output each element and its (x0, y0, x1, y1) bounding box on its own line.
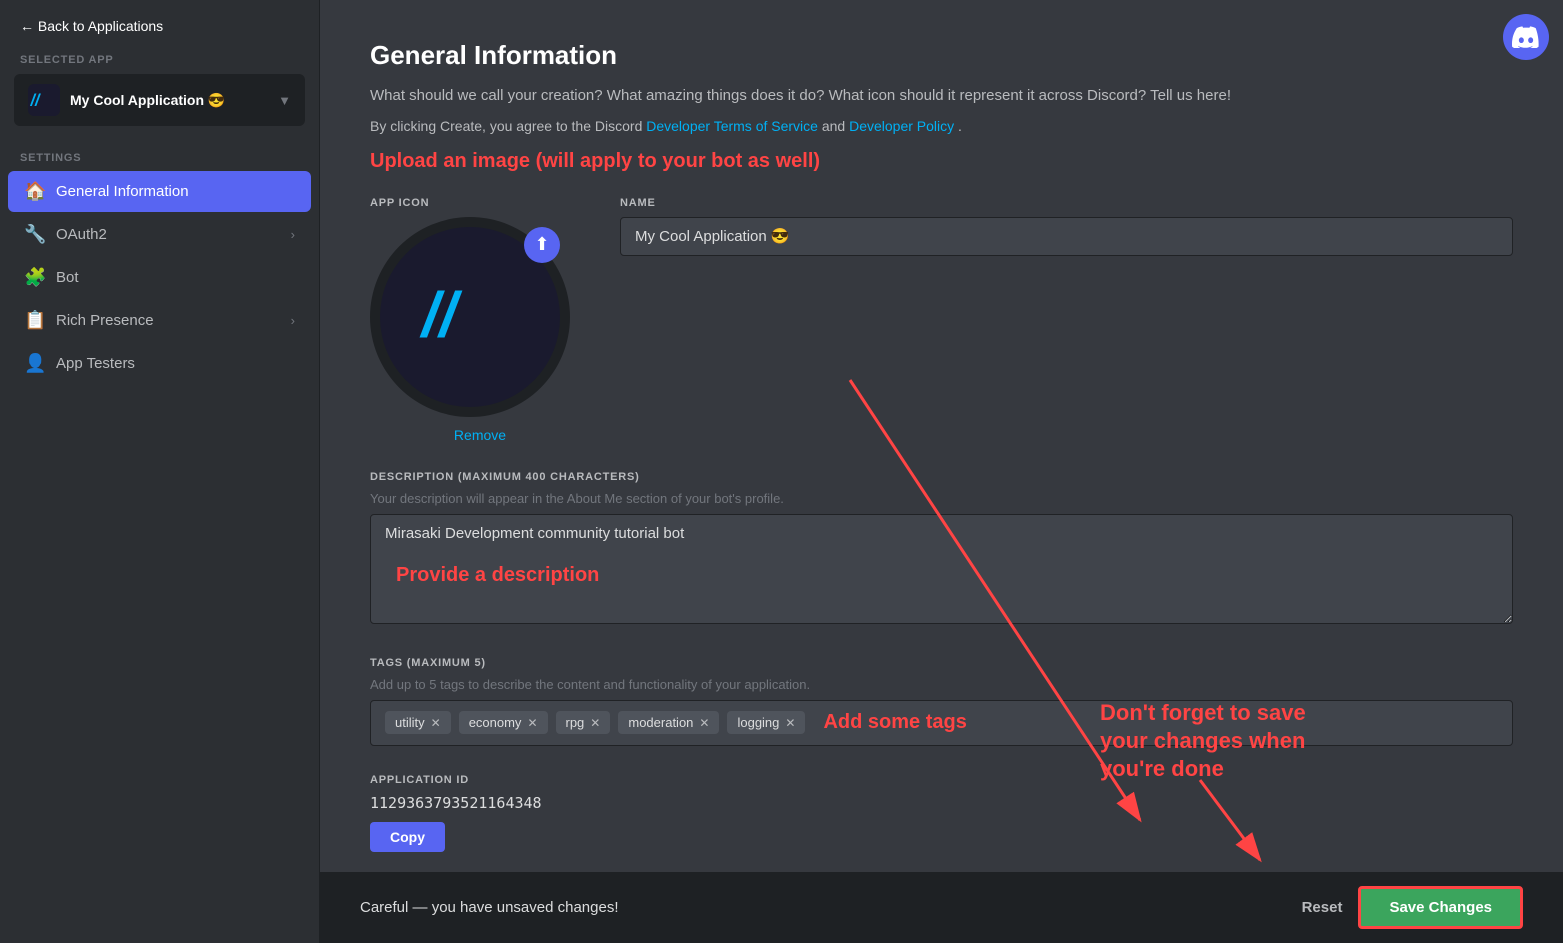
tags-section: TAGS (MAXIMUM 5) Add up to 5 tags to des… (370, 657, 1513, 746)
tag-label: economy (469, 715, 522, 730)
sidebar-item-left: 🧩 Bot (24, 267, 79, 288)
name-label: NAME (620, 197, 1513, 209)
tags-label: TAGS (MAXIMUM 5) (370, 657, 1513, 669)
puzzle-icon: 🧩 (24, 267, 44, 288)
tag-remove-icon[interactable]: ✕ (527, 716, 537, 730)
application-id-section: APPLICATION ID 1129363793521164348 Copy (370, 774, 1513, 852)
tags-helper: Add up to 5 tags to describe the content… (370, 677, 1513, 692)
app-icon-container[interactable]: // ⬆ (370, 217, 570, 417)
tag-label: utility (395, 715, 425, 730)
home-icon: 🏠 (24, 181, 44, 202)
sidebar-item-oauth2[interactable]: 🔧 OAuth2 › (8, 214, 311, 255)
tag-utility: utility ✕ (385, 711, 451, 734)
selected-app-section-label: SELECTED APP (0, 48, 319, 70)
app-icon-section: APP ICON // ⬆ Remove (370, 197, 590, 443)
tag-rpg: rpg ✕ (556, 711, 611, 734)
upload-icon: ⬆ (534, 234, 549, 255)
tags-annotation: Add some tags (823, 711, 966, 734)
tag-logging: logging ✕ (727, 711, 805, 734)
sidebar-item-label: General Information (56, 183, 189, 200)
sidebar-item-rich-presence[interactable]: 📋 Rich Presence › (8, 300, 311, 341)
copy-app-id-button[interactable]: Copy (370, 822, 445, 852)
list-icon: 📋 (24, 310, 44, 331)
svg-text://: // (419, 282, 464, 350)
wrench-icon: 🔧 (24, 224, 44, 245)
page-title: General Information (370, 40, 1513, 71)
save-bar: Careful — you have unsaved changes! Rese… (320, 872, 1563, 943)
save-bar-message: Careful — you have unsaved changes! (360, 899, 619, 916)
chevron-right-icon: › (291, 227, 295, 242)
tag-remove-icon[interactable]: ✕ (431, 716, 441, 730)
chevron-down-icon: ▼ (278, 93, 291, 108)
svg-text://: // (30, 91, 41, 109)
discord-icon (1503, 14, 1549, 60)
name-input[interactable] (620, 217, 1513, 256)
sidebar-item-left: 👤 App Testers (24, 353, 135, 374)
save-bar-actions: Reset Save Changes (1302, 886, 1523, 929)
tag-economy: economy ✕ (459, 711, 548, 734)
tag-remove-icon[interactable]: ✕ (590, 716, 600, 730)
tag-moderation: moderation ✕ (618, 711, 719, 734)
tag-label: moderation (628, 715, 693, 730)
settings-section-label: SETTINGS (0, 140, 319, 170)
chevron-right-icon: › (291, 313, 295, 328)
description-annotation: Provide a description (396, 564, 599, 587)
app-icon-label: APP ICON (370, 197, 590, 209)
upload-image-button[interactable]: ⬆ (524, 227, 560, 263)
name-section: NAME (620, 197, 1513, 415)
sidebar-item-general-information[interactable]: 🏠 General Information (8, 171, 311, 212)
person-icon: 👤 (24, 353, 44, 374)
tag-remove-icon[interactable]: ✕ (699, 716, 709, 730)
back-to-applications-link[interactable]: ← Back to Applications (0, 0, 319, 48)
tag-label: rpg (566, 715, 585, 730)
app-selector[interactable]: // My Cool Application 😎 ▼ (14, 74, 305, 126)
remove-icon-link[interactable]: Remove (370, 427, 590, 443)
application-id-value: 1129363793521164348 (370, 794, 1513, 812)
sidebar-item-label: App Testers (56, 355, 135, 372)
sidebar-item-label: Rich Presence (56, 312, 154, 329)
save-changes-button[interactable]: Save Changes (1358, 886, 1523, 929)
main-content: General Information What should we call … (320, 0, 1563, 943)
tos-link1[interactable]: Developer Terms of Service (646, 118, 818, 134)
description-helper: Your description will appear in the Abou… (370, 491, 1513, 506)
sidebar: ← Back to Applications SELECTED APP // M… (0, 0, 320, 943)
sidebar-item-label: OAuth2 (56, 226, 107, 243)
app-logo-mini: // (28, 84, 60, 116)
app-name: My Cool Application 😎 (70, 92, 225, 109)
sidebar-item-left: 📋 Rich Presence (24, 310, 154, 331)
page-description: What should we call your creation? What … (370, 85, 1513, 108)
application-id-label: APPLICATION ID (370, 774, 1513, 786)
sidebar-item-left: 🏠 General Information (24, 181, 189, 202)
icon-name-row: APP ICON // ⬆ Remove NAME (370, 197, 1513, 443)
tags-container[interactable]: utility ✕ economy ✕ rpg ✕ moderation ✕ l… (370, 700, 1513, 746)
upload-annotation: Upload an image (will apply to your bot … (370, 150, 1513, 173)
app-selector-left: // My Cool Application 😎 (28, 84, 225, 116)
sidebar-item-app-testers[interactable]: 👤 App Testers (8, 343, 311, 384)
description-section: DESCRIPTION (MAXIMUM 400 CHARACTERS) You… (370, 471, 1513, 629)
tag-remove-icon[interactable]: ✕ (785, 716, 795, 730)
description-label: DESCRIPTION (MAXIMUM 400 CHARACTERS) (370, 471, 1513, 483)
tos-line: By clicking Create, you agree to the Dis… (370, 118, 1513, 134)
reset-button[interactable]: Reset (1302, 899, 1343, 916)
tag-label: logging (737, 715, 779, 730)
tos-link2[interactable]: Developer Policy (849, 118, 954, 134)
sidebar-item-label: Bot (56, 269, 79, 286)
sidebar-item-left: 🔧 OAuth2 (24, 224, 107, 245)
sidebar-item-bot[interactable]: 🧩 Bot (8, 257, 311, 298)
